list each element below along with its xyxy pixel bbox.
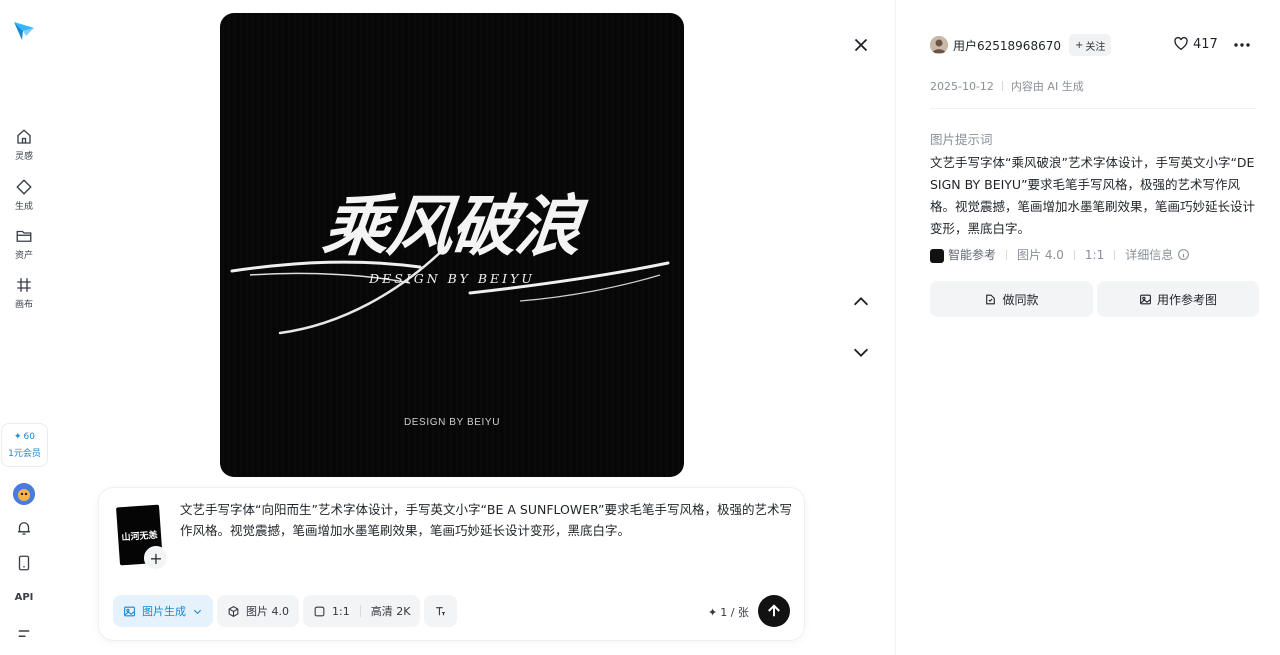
ratio-quality-selector[interactable]: 1:1 高清 2K <box>303 595 421 627</box>
remix-icon <box>986 294 996 304</box>
plus-icon: + <box>149 548 163 568</box>
info-icon <box>1178 249 1190 260</box>
generation-params: 智能参考 图片 4.0 1:1 详细信息 <box>930 246 1190 263</box>
menu-icon[interactable] <box>15 625 33 643</box>
credits-count: 60 <box>23 431 35 442</box>
model-label: 图片 4.0 <box>246 605 289 618</box>
details-label: 详细信息 <box>1125 248 1174 262</box>
arrow-up-icon <box>768 604 780 617</box>
reference-type: 智能参考 <box>930 246 996 263</box>
app-logo-icon[interactable] <box>12 18 36 42</box>
details-link[interactable]: 详细信息 <box>1125 246 1190 263</box>
follow-label: 关注 <box>1085 41 1106 53</box>
aspect-ratio: 1:1 <box>1084 247 1105 262</box>
quality-label: 高清 2K <box>370 605 411 618</box>
prompt-section-body: 文艺手写字体“乘风破浪”艺术字体设计，手写英文小字“DESIGN BY BEIY… <box>930 155 1256 236</box>
text-style-button[interactable] <box>424 595 458 627</box>
nav-item-label: 灵感 <box>14 152 33 162</box>
like-button[interactable]: 417 <box>1173 36 1218 52</box>
author-info: 用户62518968670 + 关注 <box>930 34 1112 56</box>
close-button[interactable] <box>850 34 872 56</box>
ratio-label: 1:1 <box>332 604 350 618</box>
separator <box>1006 249 1008 260</box>
cube-icon <box>228 605 239 617</box>
nav-item-inspiration[interactable]: 灵感 <box>0 128 48 170</box>
user-avatar[interactable] <box>13 483 35 505</box>
text-format-icon <box>436 606 446 615</box>
previous-image-button[interactable] <box>850 291 872 313</box>
home-icon <box>17 129 31 144</box>
nav-item-canvas[interactable]: 画布 <box>0 276 48 318</box>
next-image-button[interactable] <box>850 341 872 363</box>
chevron-down-icon <box>853 348 869 357</box>
nav-item-label: 资产 <box>14 251 33 261</box>
chevron-down-icon <box>193 609 202 614</box>
nav-item-assets[interactable]: 资产 <box>0 227 48 269</box>
prompt-section-title: 图片提示词 <box>930 132 993 147</box>
sparkle-icon: ✦ <box>708 605 718 619</box>
model-version: 图片 4.0 <box>1017 248 1064 262</box>
image-gen-icon <box>124 606 135 616</box>
prompt-composer: 山河无恙 + 文艺手写字体“向阳而生”艺术字体设计，手写英文小字“BE A SU… <box>99 488 804 640</box>
model-logo-icon <box>930 248 944 263</box>
like-count: 417 <box>1193 36 1218 52</box>
mode-dropdown[interactable]: 图片生成 <box>113 595 213 627</box>
canvas-icon <box>17 278 31 292</box>
bell-icon[interactable] <box>15 519 33 537</box>
close-icon <box>854 38 868 52</box>
quota-label: 1 / 张 <box>720 606 749 619</box>
sparkle-icon: ✦ <box>14 431 22 442</box>
separator <box>1114 249 1116 260</box>
artwork-subtitle: DESIGN BY BEIYU <box>369 271 535 286</box>
panel-divider <box>895 0 896 655</box>
post-meta: 2025-10-12 内容由 AI 生成 <box>930 78 1084 94</box>
model-selector[interactable]: 图片 4.0 <box>217 595 299 627</box>
ai-disclaimer: 内容由 AI 生成 <box>1010 80 1084 93</box>
post-date: 2025-10-12 <box>930 79 994 93</box>
separator <box>359 605 361 617</box>
author-name[interactable]: 用户62518968670 <box>953 37 1061 54</box>
nav-item-label: 画布 <box>14 300 33 310</box>
make-same-button[interactable]: 做同款 <box>930 281 1093 317</box>
separator <box>1001 81 1003 91</box>
chevron-up-icon <box>853 297 869 306</box>
generated-image[interactable]: 乘风破浪 DESIGN BY BEIYU DESIGN BY BEIYU <box>220 13 684 477</box>
generation-quota: ✦ 1 / 张 <box>708 604 749 620</box>
author-avatar[interactable] <box>930 36 948 54</box>
folder-icon <box>16 230 32 242</box>
left-nav: 灵感 生成 资产 画布 ✦ 60 1元会员 API <box>0 0 48 655</box>
phone-icon[interactable] <box>15 554 33 572</box>
follow-button[interactable]: + 关注 <box>1068 34 1112 56</box>
add-reference-button[interactable]: + <box>144 546 168 570</box>
diamond-icon <box>16 179 32 195</box>
image-icon <box>1140 294 1151 304</box>
credits-badge[interactable]: ✦ 60 1元会员 <box>1 423 48 467</box>
heart-icon <box>1174 36 1188 51</box>
square-ratio-icon <box>314 606 325 616</box>
separator <box>1073 249 1075 260</box>
membership-offer: 1元会员 <box>8 448 41 459</box>
artwork-footer: DESIGN BY BEIYU <box>403 417 501 428</box>
make-same-label: 做同款 <box>1002 292 1039 307</box>
composer-toolbar: 图片生成 图片 4.0 1:1 高清 2K <box>113 595 458 627</box>
nav-item-label: 生成 <box>14 202 33 212</box>
section-divider <box>930 108 1256 109</box>
prompt-input[interactable]: 文艺手写字体“向阳而生”艺术字体设计，手写英文小字“BE A SUNFLOWER… <box>180 499 792 541</box>
plus-icon: + <box>1074 39 1084 51</box>
nav-item-generate[interactable]: 生成 <box>0 178 48 220</box>
mode-label: 图片生成 <box>142 605 186 618</box>
api-link[interactable]: API <box>0 592 48 603</box>
send-button[interactable] <box>758 595 790 627</box>
use-as-reference-label: 用作参考图 <box>1156 292 1217 307</box>
use-as-reference-button[interactable]: 用作参考图 <box>1097 281 1259 317</box>
artwork-title: 乘风破浪 <box>319 187 584 265</box>
reference-thumb-text: 山河无恙 <box>121 530 158 543</box>
more-options-icon[interactable] <box>1232 36 1252 54</box>
